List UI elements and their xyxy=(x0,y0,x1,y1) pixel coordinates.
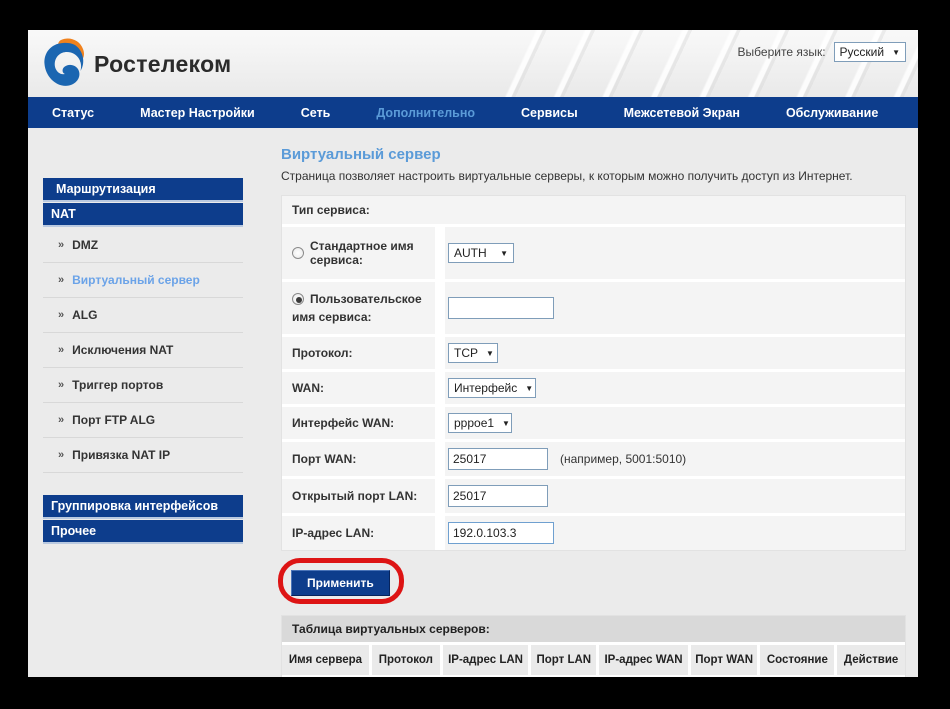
chevron-right-icon: » xyxy=(58,310,64,321)
sidebar-header-other[interactable]: Прочее xyxy=(43,520,243,542)
sidebar-header-nat[interactable]: NAT xyxy=(43,203,243,225)
sidebar-item-alg[interactable]: » ALG xyxy=(43,298,243,333)
nav-advanced[interactable]: Дополнительно xyxy=(376,106,475,120)
sidebar-header-interface-grouping[interactable]: Группировка интерфейсов xyxy=(43,495,243,517)
col-wan-ip: IP-адрес WAN xyxy=(599,645,688,675)
lan-open-port-label: Открытый порт LAN: xyxy=(282,479,435,513)
service-type-label: Тип сервиса: xyxy=(282,196,905,224)
nav-maintenance[interactable]: Обслуживание xyxy=(786,106,878,120)
col-action: Действие xyxy=(837,645,905,675)
language-select[interactable]: Русский ▼ xyxy=(834,42,906,62)
apply-button[interactable]: Применить xyxy=(291,570,390,596)
chevron-right-icon: » xyxy=(58,450,64,461)
chevron-right-icon: » xyxy=(58,415,64,426)
nav-setup-wizard[interactable]: Мастер Настройки xyxy=(140,106,255,120)
virtual-servers-table: Таблица виртуальных серверов: Имя сервер… xyxy=(281,615,906,677)
sidebar: Маршрутизация NAT » DMZ » Виртуальный се… xyxy=(28,128,268,677)
col-server-name: Имя сервера xyxy=(282,645,369,675)
wan-port-hint: (например, 5001:5010) xyxy=(560,452,686,466)
chevron-down-icon: ▼ xyxy=(500,249,508,258)
language-label: Выберите язык: xyxy=(738,45,826,59)
sidebar-item-nat-exclusions[interactable]: » Исключения NAT xyxy=(43,333,243,368)
sidebar-item-port-trigger[interactable]: » Триггер портов xyxy=(43,368,243,403)
col-lan-port: Порт LAN xyxy=(531,645,596,675)
wan-label: WAN: xyxy=(282,372,435,404)
page-description: Страница позволяет настроить виртуальные… xyxy=(281,169,906,183)
protocol-select[interactable]: TCP ▼ xyxy=(448,343,498,363)
custom-service-name-label: Пользовательское имя сервиса: xyxy=(292,292,422,324)
col-protocol: Протокол xyxy=(372,645,440,675)
router-admin-page: Ростелеком Выберите язык: Русский ▼ Стат… xyxy=(28,30,918,677)
protocol-label: Протокол: xyxy=(282,337,435,369)
standard-service-name-label: Стандартное имя сервиса: xyxy=(310,239,429,267)
wan-interface-label: Интерфейс WAN: xyxy=(282,407,435,439)
chevron-down-icon: ▼ xyxy=(892,48,900,57)
page-title: Виртуальный сервер xyxy=(281,146,906,163)
wan-port-input[interactable] xyxy=(448,448,548,470)
table-caption: Таблица виртуальных серверов: xyxy=(282,616,905,642)
wan-select[interactable]: Интерфейс ▼ xyxy=(448,378,536,398)
chevron-right-icon: » xyxy=(58,380,64,391)
table-header-row: Имя сервера Протокол IP-адрес LAN Порт L… xyxy=(282,645,905,675)
sidebar-item-dmz[interactable]: » DMZ xyxy=(43,228,243,263)
col-lan-ip: IP-адрес LAN xyxy=(443,645,529,675)
brand-logo: Ростелеком xyxy=(40,38,231,90)
main-nav: Статус Мастер Настройки Сеть Дополнитель… xyxy=(28,97,918,128)
sidebar-item-ftp-alg-port[interactable]: » Порт FTP ALG xyxy=(43,403,243,438)
virtual-server-form: Тип сервиса: Стандартное имя сервиса: AU… xyxy=(281,195,906,551)
wan-port-label: Порт WAN: xyxy=(282,442,435,476)
lan-ip-input[interactable] xyxy=(448,522,554,544)
nav-services[interactable]: Сервисы xyxy=(521,106,578,120)
chevron-right-icon: » xyxy=(58,240,64,251)
lan-open-port-input[interactable] xyxy=(448,485,548,507)
sidebar-item-nat-ip-binding[interactable]: » Привязка NAT IP xyxy=(43,438,243,473)
standard-service-name-radio[interactable] xyxy=(292,247,304,259)
page-header: Ростелеком Выберите язык: Русский ▼ xyxy=(28,30,918,97)
chevron-right-icon: » xyxy=(58,275,64,286)
chevron-down-icon: ▼ xyxy=(525,384,533,393)
col-state: Состояние xyxy=(760,645,834,675)
custom-service-name-input[interactable] xyxy=(448,297,554,319)
chevron-down-icon: ▼ xyxy=(486,349,494,358)
lan-ip-label: IP-адрес LAN: xyxy=(282,516,435,550)
rostelecom-swirl-icon xyxy=(40,38,88,90)
nav-status[interactable]: Статус xyxy=(52,106,94,120)
standard-service-name-select[interactable]: AUTH ▼ xyxy=(448,243,514,263)
custom-service-name-radio[interactable] xyxy=(292,293,304,305)
nav-network[interactable]: Сеть xyxy=(301,106,331,120)
sidebar-header-routing[interactable]: Маршрутизация xyxy=(43,178,243,200)
nav-firewall[interactable]: Межсетевой Экран xyxy=(624,106,740,120)
brand-name: Ростелеком xyxy=(94,51,231,78)
sidebar-item-virtual-server[interactable]: » Виртуальный сервер xyxy=(43,263,243,298)
chevron-down-icon: ▼ xyxy=(502,419,510,428)
chevron-right-icon: » xyxy=(58,345,64,356)
col-wan-port: Порт WAN xyxy=(691,645,758,675)
wan-interface-select[interactable]: pppoe1 ▼ xyxy=(448,413,512,433)
main-content: Виртуальный сервер Страница позволяет на… xyxy=(268,128,918,677)
